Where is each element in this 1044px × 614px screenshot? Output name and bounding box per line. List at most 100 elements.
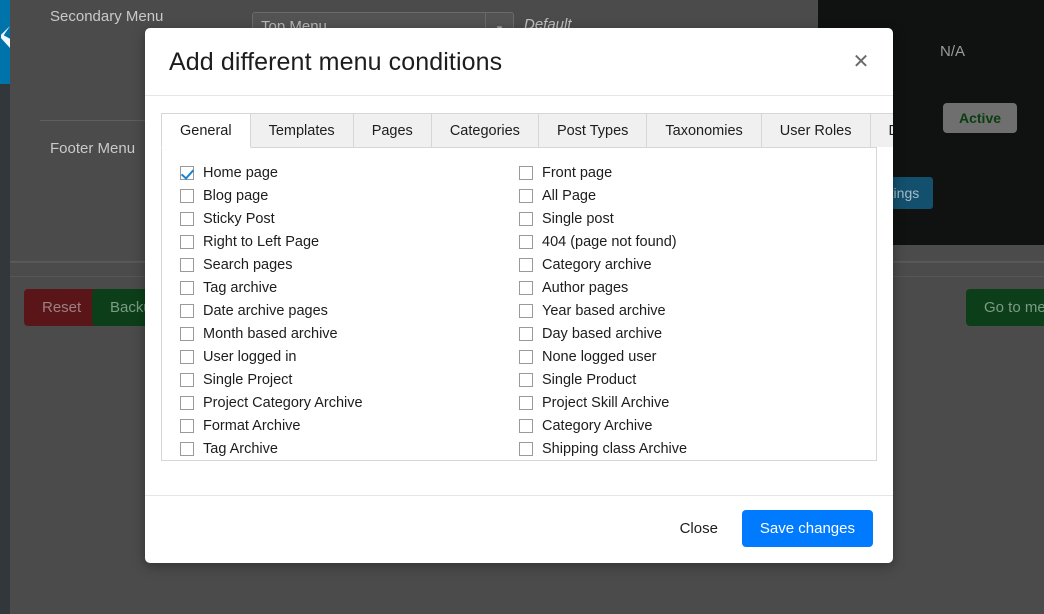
tab-user-roles[interactable]: User Roles bbox=[761, 113, 871, 147]
tab-templates[interactable]: Templates bbox=[250, 113, 354, 147]
condition-label: Day based archive bbox=[542, 325, 663, 342]
condition-label: Category archive bbox=[542, 256, 652, 273]
condition-item[interactable]: Search pages bbox=[180, 253, 519, 276]
tab-post-types[interactable]: Post Types bbox=[538, 113, 648, 147]
condition-label: Date archive pages bbox=[203, 302, 328, 319]
condition-label: Home page bbox=[203, 164, 278, 181]
condition-item[interactable]: Project Skill Archive bbox=[519, 391, 858, 414]
condition-item[interactable]: Single Product bbox=[519, 368, 858, 391]
condition-checkbox[interactable] bbox=[180, 211, 194, 226]
condition-checkbox[interactable] bbox=[180, 418, 194, 433]
condition-label: Blog page bbox=[203, 187, 269, 204]
tab-categories[interactable]: Categories bbox=[431, 113, 539, 147]
condition-item[interactable]: Blog page bbox=[180, 184, 519, 207]
condition-label: Sticky Post bbox=[203, 210, 275, 227]
condition-checkbox[interactable] bbox=[519, 372, 533, 387]
condition-item[interactable]: All Page bbox=[519, 184, 858, 207]
condition-item[interactable]: Tag archive bbox=[180, 276, 519, 299]
condition-item[interactable]: Sticky Post bbox=[180, 207, 519, 230]
condition-label: Single post bbox=[542, 210, 614, 227]
condition-checkbox[interactable] bbox=[519, 418, 533, 433]
condition-item[interactable]: Right to Left Page bbox=[180, 230, 519, 253]
condition-label: Tag Archive bbox=[203, 440, 278, 457]
condition-label: None logged user bbox=[542, 348, 657, 365]
condition-item[interactable]: Shipping class Archive bbox=[519, 437, 858, 460]
condition-item[interactable]: None logged user bbox=[519, 345, 858, 368]
condition-checkbox[interactable] bbox=[180, 326, 194, 341]
menu-conditions-dialog: Add different menu conditions ✕ General T… bbox=[145, 28, 893, 563]
condition-item[interactable]: Month based archive bbox=[180, 322, 519, 345]
tab-devices[interactable]: Devices bbox=[870, 113, 893, 147]
condition-item[interactable]: Category Archive bbox=[519, 414, 858, 437]
condition-label: Right to Left Page bbox=[203, 233, 320, 250]
condition-checkbox[interactable] bbox=[519, 395, 533, 410]
condition-checkbox[interactable] bbox=[180, 280, 194, 295]
condition-checkbox[interactable] bbox=[180, 188, 194, 203]
conditions-column-left: Home page Blog page Sticky Post Right to Le… bbox=[180, 161, 519, 460]
condition-label: Front page bbox=[542, 164, 613, 181]
conditions-grid: Home page Blog page Sticky Post Right to Le… bbox=[180, 161, 858, 460]
condition-item[interactable]: Category archive bbox=[519, 253, 858, 276]
condition-checkbox[interactable] bbox=[519, 165, 533, 180]
condition-item[interactable]: Single Project bbox=[180, 368, 519, 391]
condition-label: Project Category Archive bbox=[203, 394, 363, 411]
tab-taxonomies[interactable]: Taxonomies bbox=[647, 113, 762, 147]
condition-item[interactable]: Year based archive bbox=[519, 299, 858, 322]
condition-label: Author pages bbox=[542, 279, 629, 296]
condition-checkbox[interactable] bbox=[519, 303, 533, 318]
dialog-header: Add different menu conditions ✕ bbox=[145, 28, 893, 96]
dialog-footer: Close Save changes bbox=[145, 495, 893, 563]
tab-panel-general: Home page Blog page Sticky Post Right to Le… bbox=[161, 148, 877, 461]
save-changes-button[interactable]: Save changes bbox=[741, 510, 873, 547]
condition-label: 404 (page not found) bbox=[542, 233, 677, 250]
tab-pages[interactable]: Pages bbox=[353, 113, 432, 147]
condition-checkbox[interactable] bbox=[180, 165, 194, 180]
close-icon[interactable]: ✕ bbox=[843, 44, 879, 80]
na-value: N/A bbox=[940, 43, 966, 60]
condition-label: Category Archive bbox=[542, 417, 653, 434]
condition-label: All Page bbox=[542, 187, 597, 204]
condition-checkbox[interactable] bbox=[180, 372, 194, 387]
condition-label: Format Archive bbox=[203, 417, 301, 434]
condition-checkbox[interactable] bbox=[519, 326, 533, 341]
condition-checkbox[interactable] bbox=[519, 280, 533, 295]
reset-button[interactable]: Reset bbox=[24, 289, 100, 326]
condition-label: Year based archive bbox=[542, 302, 666, 319]
condition-checkbox[interactable] bbox=[519, 211, 533, 226]
status-badge: Active bbox=[943, 103, 1018, 133]
condition-checkbox[interactable] bbox=[519, 349, 533, 364]
wordpress-logo-icon bbox=[0, 0, 10, 84]
condition-label: Single Project bbox=[203, 371, 293, 388]
condition-checkbox[interactable] bbox=[180, 234, 194, 249]
condition-checkbox[interactable] bbox=[180, 257, 194, 272]
tab-general[interactable]: General bbox=[161, 113, 251, 148]
condition-item[interactable]: Author pages bbox=[519, 276, 858, 299]
condition-item[interactable]: Format Archive bbox=[180, 414, 519, 437]
admin-sidebar bbox=[0, 0, 10, 614]
condition-label: Project Skill Archive bbox=[542, 394, 670, 411]
condition-label: Search pages bbox=[203, 256, 293, 273]
condition-item[interactable]: Day based archive bbox=[519, 322, 858, 345]
condition-item[interactable]: Date archive pages bbox=[180, 299, 519, 322]
condition-item[interactable]: User logged in bbox=[180, 345, 519, 368]
condition-checkbox[interactable] bbox=[180, 441, 194, 456]
condition-label: Shipping class Archive bbox=[542, 440, 688, 457]
condition-checkbox[interactable] bbox=[519, 188, 533, 203]
condition-item[interactable]: 404 (page not found) bbox=[519, 230, 858, 253]
tab-list: General Templates Pages Categories Post Type… bbox=[161, 113, 893, 148]
close-button[interactable]: Close bbox=[670, 512, 728, 545]
condition-item[interactable]: Single post bbox=[519, 207, 858, 230]
condition-checkbox[interactable] bbox=[180, 303, 194, 318]
condition-item[interactable]: Front page bbox=[519, 161, 858, 184]
condition-checkbox[interactable] bbox=[180, 349, 194, 364]
condition-checkbox[interactable] bbox=[519, 234, 533, 249]
condition-checkbox[interactable] bbox=[180, 395, 194, 410]
condition-label: Month based archive bbox=[203, 325, 338, 342]
condition-item[interactable]: Home page bbox=[180, 161, 519, 184]
condition-item[interactable]: Project Category Archive bbox=[180, 391, 519, 414]
condition-label: Single Product bbox=[542, 371, 637, 388]
condition-item[interactable]: Tag Archive bbox=[180, 437, 519, 460]
go-to-menu-button[interactable]: Go to me... bbox=[966, 289, 1044, 326]
condition-checkbox[interactable] bbox=[519, 257, 533, 272]
condition-checkbox[interactable] bbox=[519, 441, 533, 456]
